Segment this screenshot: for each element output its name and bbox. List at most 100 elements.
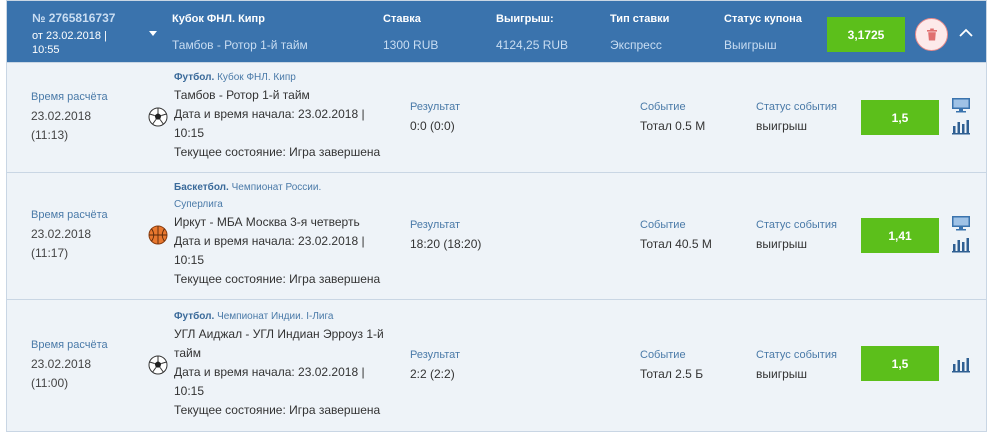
coupon-stake-col: Ставка 1300 RUB	[383, 13, 438, 52]
tv-broadcast-icon[interactable]	[951, 97, 971, 113]
result-block: Результат 2:2 (2:2)	[410, 346, 460, 384]
football-icon	[148, 355, 168, 375]
league-name: Чемпионат России.	[231, 182, 322, 193]
event-info: Баскетбол. Чемпионат России. Суперлига И…	[174, 179, 399, 289]
calc-time-label: Время расчёта	[31, 91, 108, 103]
coupon-bet-type-col: Тип ставки Экспресс	[610, 13, 669, 52]
coupon-win-col: Выигрыш: 4124,25 RUB	[496, 13, 568, 52]
calc-time-block: Время расчёта 23.02.2018 (11:17)	[31, 206, 108, 263]
event-status-value: выигрыш	[756, 119, 808, 133]
calc-date: 23.02.2018	[31, 357, 92, 371]
calc-time: (11:00)	[31, 376, 69, 390]
event-league-line: Футбол. Кубок ФНЛ. Кипр	[174, 69, 399, 86]
coupon-dropdown-caret-icon[interactable]	[149, 31, 157, 36]
win-label: Выигрыш:	[496, 13, 554, 25]
win-value: 4124,25 RUB	[496, 38, 569, 52]
event-label: Событие	[640, 219, 686, 231]
result-label: Результат	[410, 219, 461, 231]
stake-value: 1300 RUB	[383, 38, 439, 52]
bet-event-row: Время расчёта 23.02.2018 (11:17) Баскетб…	[7, 172, 986, 299]
coupon-date-line2: 10:55	[32, 44, 60, 56]
event-status-block: Статус события выигрыш	[756, 98, 837, 136]
coupon-card: № 2765816737 от 23.02.2018 | 10:55 Кубок…	[6, 0, 987, 432]
event-state: Текущее состояние: Игра завершена	[174, 145, 381, 159]
football-icon	[148, 107, 168, 127]
delete-coupon-button[interactable]	[915, 18, 948, 51]
event-value: Тотал 40.5 М	[640, 237, 712, 251]
event-block: Событие Тотал 0.5 М	[640, 98, 705, 136]
event-start-line1: Дата и время начала: 23.02.2018 |	[174, 107, 365, 121]
odds-button[interactable]: 1,41	[861, 218, 939, 253]
event-value: Тотал 0.5 М	[640, 119, 706, 133]
result-value: 18:20 (18:20)	[410, 237, 482, 251]
event-state: Текущее состояние: Игра завершена	[174, 272, 381, 286]
coupon-status-value: Выигрыш	[724, 38, 777, 52]
sport-name: Футбол.	[174, 72, 215, 83]
result-value: 0:0 (0:0)	[410, 119, 455, 133]
statistics-icon[interactable]	[951, 357, 971, 373]
event-status-label: Статус события	[756, 349, 837, 361]
calc-time-label: Время расчёта	[31, 339, 108, 351]
sport-name: Футбол.	[174, 311, 215, 322]
event-status-value: выигрыш	[756, 367, 808, 381]
event-start-line2: 10:15	[174, 384, 205, 398]
event-league-line: Баскетбол. Чемпионат России.	[174, 179, 399, 196]
event-status-label: Статус события	[756, 101, 837, 113]
result-label: Результат	[410, 101, 461, 113]
event-value: Тотал 2.5 Б	[640, 367, 704, 381]
event-info: Футбол. Чемпионат Индии. I-Лига УГЛ Аидж…	[174, 308, 399, 420]
stake-label: Ставка	[383, 13, 421, 25]
calc-time: (11:17)	[31, 246, 69, 260]
result-label: Результат	[410, 349, 461, 361]
event-match-name-cont: тайм	[174, 346, 201, 360]
odds-button[interactable]: 1,5	[861, 346, 939, 381]
trash-icon	[926, 28, 937, 41]
calc-date: 23.02.2018	[31, 227, 92, 241]
odds-button[interactable]: 1,5	[861, 100, 939, 135]
event-league-line: Футбол. Чемпионат Индии. I-Лига	[174, 308, 399, 325]
statistics-icon[interactable]	[951, 119, 971, 135]
bet-type-value: Экспресс	[610, 38, 662, 52]
event-info: Футбол. Кубок ФНЛ. Кипр Тамбов - Ротор 1…	[174, 69, 399, 162]
event-start-line2: 10:15	[174, 126, 205, 140]
bet-event-row: Время расчёта 23.02.2018 (11:00) Футбол.…	[7, 299, 986, 431]
league-name: Кубок ФНЛ. Кипр	[217, 72, 296, 83]
statistics-icon[interactable]	[951, 237, 971, 253]
calc-date: 23.02.2018	[31, 109, 92, 123]
result-block: Результат 0:0 (0:0)	[410, 98, 460, 136]
event-block: Событие Тотал 40.5 М	[640, 216, 712, 254]
coupon-header[interactable]: № 2765816737 от 23.02.2018 | 10:55 Кубок…	[7, 1, 986, 62]
event-match-name: УГЛ Аиджал - УГЛ Индиан Эрроуз 1-й	[174, 327, 384, 341]
basketball-icon	[148, 225, 168, 245]
event-start-line1: Дата и время начала: 23.02.2018 |	[174, 234, 365, 248]
league-name: Чемпионат Индии. I-Лига	[217, 311, 334, 322]
event-status-block: Статус события выигрыш	[756, 346, 837, 384]
total-odds-button[interactable]: 3,1725	[827, 17, 905, 52]
tv-broadcast-icon[interactable]	[951, 215, 971, 231]
coupon-date: от 23.02.2018 | 10:55	[32, 29, 122, 57]
calc-time-block: Время расчёта 23.02.2018 (11:00)	[31, 336, 108, 393]
event-status-block: Статус события выигрыш	[756, 216, 837, 254]
collapse-chevron-up-icon[interactable]	[957, 24, 975, 42]
event-state: Текущее состояние: Игра завершена	[174, 403, 381, 417]
event-label: Событие	[640, 101, 686, 113]
coupon-status-label: Статус купона	[724, 13, 802, 25]
coupon-status-col: Статус купона Выигрыш	[724, 13, 802, 52]
calc-time: (11:13)	[31, 128, 69, 142]
calc-time-block: Время расчёта 23.02.2018 (11:13)	[31, 88, 108, 145]
result-block: Результат 18:20 (18:20)	[410, 216, 481, 254]
coupon-match-col: Кубок ФНЛ. Кипр Тамбов - Ротор 1-й тайм	[172, 13, 308, 52]
coupon-date-line1: от 23.02.2018 |	[32, 30, 107, 42]
event-start-line2: 10:15	[174, 253, 205, 267]
event-block: Событие Тотал 2.5 Б	[640, 346, 703, 384]
coupon-match: Тамбов - Ротор 1-й тайм	[172, 38, 308, 52]
bet-type-label: Тип ставки	[610, 13, 670, 25]
result-value: 2:2 (2:2)	[410, 367, 455, 381]
event-match-name: Иркут - МБА Москва 3-я четверть	[174, 215, 360, 229]
event-league-line-cont: Суперлига	[174, 199, 223, 210]
event-match-name: Тамбов - Ротор 1-й тайм	[174, 88, 310, 102]
event-start-line1: Дата и время начала: 23.02.2018 |	[174, 365, 365, 379]
sport-name: Баскетбол.	[174, 182, 229, 193]
event-status-label: Статус события	[756, 219, 837, 231]
bet-event-row: Время расчёта 23.02.2018 (11:13) Футбол.…	[7, 62, 986, 172]
